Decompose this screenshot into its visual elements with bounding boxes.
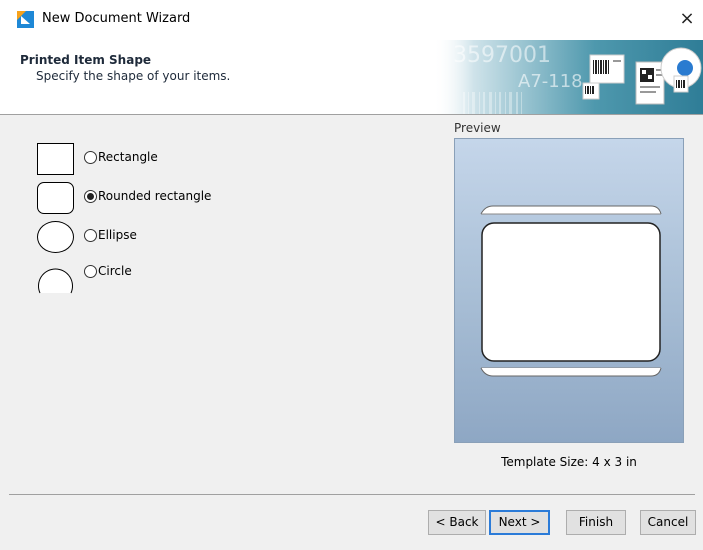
ellipse-radio[interactable] bbox=[84, 229, 97, 242]
page-title: Printed Item Shape bbox=[20, 53, 152, 67]
header-divider bbox=[0, 114, 703, 115]
rectangle-shape-icon bbox=[37, 143, 74, 175]
rectangle-radio[interactable] bbox=[84, 151, 97, 164]
app-logo-icon bbox=[17, 11, 34, 28]
finish-button[interactable]: Finish bbox=[566, 510, 626, 535]
circle-label[interactable]: Circle bbox=[98, 264, 132, 278]
ellipse-shape-icon bbox=[37, 221, 74, 253]
wizard-header: Printed Item Shape Specify the shape of … bbox=[0, 40, 703, 114]
rounded-rectangle-shape-icon bbox=[37, 182, 74, 214]
preview-label: Preview bbox=[454, 121, 501, 135]
cancel-button[interactable]: Cancel bbox=[640, 510, 696, 535]
back-button[interactable]: < Back bbox=[428, 510, 486, 535]
ellipse-label[interactable]: Ellipse bbox=[98, 228, 137, 242]
circle-shape-icon bbox=[38, 268, 73, 294]
window-title: New Document Wizard bbox=[42, 11, 191, 26]
banner-graphic: 3597001 A7-118 bbox=[433, 40, 703, 114]
banner-code: A7-118 bbox=[518, 71, 583, 92]
rounded-rectangle-radio[interactable] bbox=[84, 190, 97, 203]
rounded-rectangle-label[interactable]: Rounded rectangle bbox=[98, 189, 211, 203]
preview-pane bbox=[454, 138, 684, 443]
circle-radio[interactable] bbox=[84, 265, 97, 278]
footer-divider bbox=[9, 494, 695, 495]
banner-number: 3597001 bbox=[453, 43, 551, 68]
next-button[interactable]: Next > bbox=[489, 510, 550, 535]
close-button[interactable]: × bbox=[671, 4, 703, 36]
label-preview-graphic bbox=[480, 205, 662, 377]
rectangle-label[interactable]: Rectangle bbox=[98, 150, 158, 164]
page-subtitle: Specify the shape of your items. bbox=[36, 69, 231, 83]
title-bar: New Document Wizard × bbox=[0, 0, 703, 40]
template-size-text: Template Size: 4 x 3 in bbox=[501, 455, 637, 469]
